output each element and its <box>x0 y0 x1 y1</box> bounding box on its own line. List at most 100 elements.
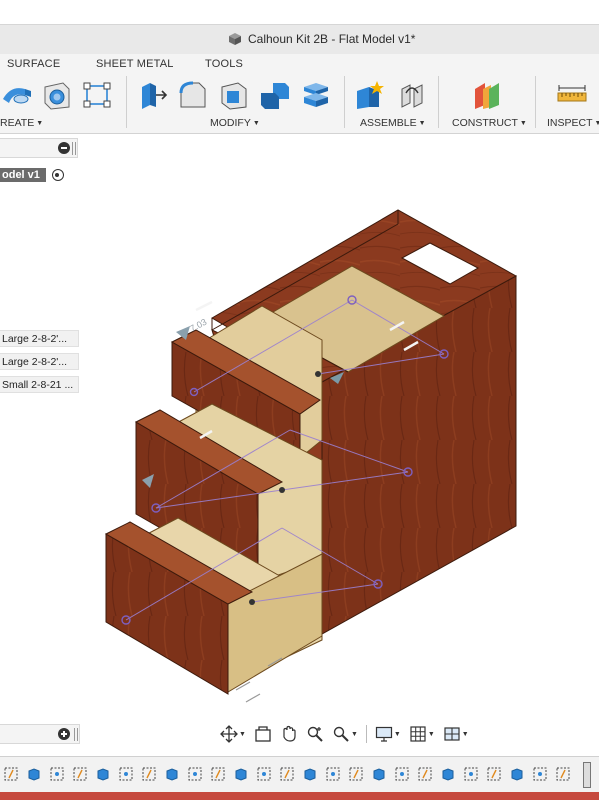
fillet-tool-button[interactable] <box>176 78 210 112</box>
timeline-feature[interactable] <box>554 765 572 783</box>
new-component-tool-button[interactable] <box>352 78 386 112</box>
browser-component-item[interactable]: Small 2-8-21 ... <box>0 376 79 393</box>
group-construct-text: CONSTRUCT <box>452 117 518 129</box>
timeline-marker[interactable] <box>583 762 591 788</box>
body-feature-icon <box>166 768 178 781</box>
zoom-icon <box>307 726 323 742</box>
measure-tool-button[interactable] <box>555 78 589 112</box>
joint-feature-icon <box>280 767 294 781</box>
hole-tool-button[interactable] <box>40 78 74 112</box>
timeline-feature[interactable] <box>48 765 66 783</box>
timeline-feature[interactable] <box>2 765 20 783</box>
sweep-tool-button[interactable] <box>0 78 34 112</box>
body-feature-icon <box>97 768 109 781</box>
timeline-feature[interactable] <box>209 765 227 783</box>
sketch-feature-icon <box>395 767 409 781</box>
timeline-feature[interactable] <box>301 765 319 783</box>
timeline-feature[interactable] <box>140 765 158 783</box>
group-inspect-label[interactable]: INSPECT ▼ <box>547 117 599 129</box>
timeline-feature[interactable] <box>117 765 135 783</box>
modify-stack-icon <box>304 83 328 107</box>
sketch-feature-icon <box>464 767 478 781</box>
add-comment-icon[interactable] <box>58 728 70 740</box>
timeline-feature[interactable] <box>324 765 342 783</box>
title-wrap: Calhoun Kit 2B - Flat Model v1* <box>228 32 415 46</box>
navigation-bar: ▼ ▼ ▼ ▼ ▼ <box>218 722 471 746</box>
group-assemble-label[interactable]: ASSEMBLE ▼ <box>360 117 426 129</box>
body-feature-icon <box>235 768 247 781</box>
press-pull-tool-button[interactable] <box>135 78 169 112</box>
timeline-feature[interactable] <box>347 765 365 783</box>
design-timeline <box>0 756 599 792</box>
title-bar: Calhoun Kit 2B - Flat Model v1* <box>0 24 599 54</box>
grid-settings-button[interactable]: ▼ <box>407 723 437 745</box>
viewports-button[interactable]: ▼ <box>441 723 471 745</box>
sketch-feature-icon <box>257 767 271 781</box>
joint-tool-button[interactable] <box>395 78 429 112</box>
hole-icon <box>44 82 70 110</box>
joint-icon <box>401 84 423 108</box>
canvas-viewport[interactable]: 7.03 <box>0 134 599 719</box>
display-settings-button[interactable]: ▼ <box>373 723 403 745</box>
orbit-button[interactable]: ▼ <box>218 723 248 745</box>
cabinet-model[interactable]: 7.03 <box>104 209 518 695</box>
sketch-rectangle-tool-button[interactable] <box>80 78 114 112</box>
timeline-feature[interactable] <box>186 765 204 783</box>
chevron-down-icon: ▼ <box>239 730 246 738</box>
timeline-feature[interactable] <box>25 765 43 783</box>
chevron-down-icon: ▼ <box>461 730 469 738</box>
shell-tool-button[interactable] <box>217 78 251 112</box>
timeline-feature[interactable] <box>94 765 112 783</box>
browser-component-item[interactable]: Large 2-8-2'... <box>0 353 79 370</box>
timeline-feature[interactable] <box>508 765 526 783</box>
timeline-feature[interactable] <box>531 765 549 783</box>
look-at-button[interactable] <box>252 723 274 745</box>
tab-sheet-metal[interactable]: SHEET METAL <box>96 58 174 70</box>
chevron-down-icon: ▼ <box>427 730 435 738</box>
group-create-label[interactable]: REATE ▼ <box>0 117 43 129</box>
measure-icon <box>557 85 587 102</box>
chevron-down-icon: ▼ <box>519 120 527 127</box>
joint-feature-icon <box>73 767 87 781</box>
tab-surface[interactable]: SURFACE <box>7 58 60 70</box>
modify-stack-tool-button[interactable] <box>299 78 333 112</box>
timeline-feature[interactable] <box>278 765 296 783</box>
chevron-down-icon: ▼ <box>393 730 401 738</box>
toolbar-separator <box>535 76 536 128</box>
timeline-feature[interactable] <box>370 765 388 783</box>
browser-component-item[interactable]: Large 2-8-2'... <box>0 330 79 347</box>
pan-button[interactable] <box>278 723 300 745</box>
display-settings-icon <box>375 726 392 742</box>
timeline-feature[interactable] <box>439 765 457 783</box>
timeline-feature[interactable] <box>163 765 181 783</box>
tab-tools[interactable]: TOOLS <box>205 58 243 70</box>
timeline-feature[interactable] <box>71 765 89 783</box>
panel-grip-icon[interactable] <box>74 728 78 741</box>
chevron-down-icon: ▼ <box>418 120 426 127</box>
joint-feature-icon <box>142 767 156 781</box>
timeline-feature[interactable] <box>255 765 273 783</box>
activate-radio-icon[interactable] <box>51 169 64 181</box>
panel-grip-icon[interactable] <box>72 142 76 155</box>
zoom-button[interactable] <box>304 723 326 745</box>
body-feature-icon <box>511 768 523 781</box>
timeline-feature[interactable] <box>485 765 503 783</box>
group-modify-label[interactable]: MODIFY ▼ <box>210 117 260 129</box>
offset-plane-tool-button[interactable] <box>470 78 504 112</box>
bottom-accent-bar <box>0 792 599 800</box>
timeline-feature[interactable] <box>416 765 434 783</box>
combine-tool-button[interactable] <box>258 78 292 112</box>
timeline-feature[interactable] <box>232 765 250 783</box>
browser-root-node[interactable]: odel v1 <box>0 166 64 184</box>
timeline-feature[interactable] <box>393 765 411 783</box>
zoom-window-button[interactable]: ▼ <box>330 723 360 745</box>
body-feature-icon <box>373 768 385 781</box>
model-label: odel v1 <box>0 168 46 182</box>
group-construct-label[interactable]: CONSTRUCT ▼ <box>452 117 527 129</box>
document-cube-icon <box>229 33 241 45</box>
group-create-text: REATE <box>0 117 35 129</box>
toolbar-separator <box>344 76 345 128</box>
collapse-icon[interactable] <box>58 142 70 154</box>
timeline-feature[interactable] <box>462 765 480 783</box>
grid-icon <box>410 726 426 742</box>
